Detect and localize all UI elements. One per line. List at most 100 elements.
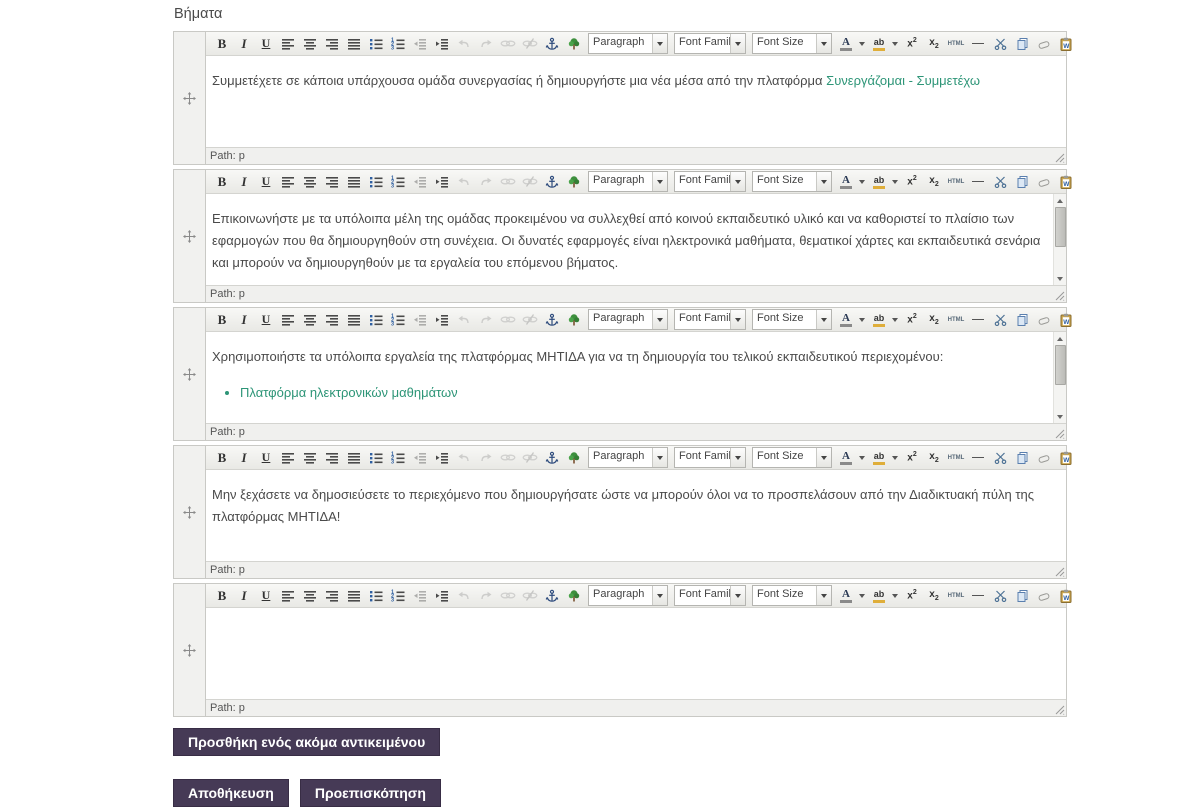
scroll-up-icon[interactable] — [1054, 333, 1066, 344]
underline-icon[interactable]: U — [256, 34, 276, 54]
scroll-up-icon[interactable] — [1054, 195, 1066, 206]
italic-icon[interactable]: I — [234, 310, 254, 330]
drag-handle[interactable] — [174, 170, 206, 302]
underline-icon[interactable]: U — [256, 448, 276, 468]
chevron-down-icon[interactable] — [730, 34, 745, 53]
align-center-icon[interactable] — [300, 172, 320, 192]
chevron-down-icon[interactable] — [890, 586, 899, 606]
save-button[interactable]: Αποθήκευση — [173, 779, 289, 807]
subscript-icon[interactable]: x2 — [924, 310, 944, 330]
align-right-icon[interactable] — [322, 586, 342, 606]
editor-content-body[interactable]: Συμμετέχετε σε κάποια υπάρχουσα ομάδα συ… — [206, 70, 1066, 92]
bullet-list-icon[interactable] — [366, 448, 386, 468]
remove-format-icon[interactable] — [1034, 586, 1054, 606]
align-left-icon[interactable] — [278, 310, 298, 330]
indent-icon[interactable] — [432, 310, 452, 330]
horizontal-rule-icon[interactable] — [968, 34, 988, 54]
align-center-icon[interactable] — [300, 34, 320, 54]
align-left-icon[interactable] — [278, 586, 298, 606]
italic-icon[interactable]: I — [234, 34, 254, 54]
align-right-icon[interactable] — [322, 310, 342, 330]
backcolor-icon[interactable]: ab — [869, 448, 889, 468]
html-icon[interactable]: HTML — [946, 586, 966, 606]
cut-icon[interactable] — [990, 448, 1010, 468]
align-justify-icon[interactable] — [344, 586, 364, 606]
vertical-scrollbar[interactable] — [1053, 194, 1066, 285]
drag-handle[interactable] — [174, 32, 206, 164]
align-left-icon[interactable] — [278, 34, 298, 54]
font-size-select[interactable]: Font Size — [752, 447, 832, 468]
paragraph-select[interactable]: Paragraph — [588, 309, 668, 330]
editor-content-area[interactable] — [206, 608, 1066, 699]
indent-icon[interactable] — [432, 34, 452, 54]
chevron-down-icon[interactable] — [890, 34, 899, 54]
chevron-down-icon[interactable] — [816, 586, 831, 605]
bold-icon[interactable]: B — [212, 586, 232, 606]
indent-icon[interactable] — [432, 172, 452, 192]
remove-format-icon[interactable] — [1034, 310, 1054, 330]
vertical-scrollbar[interactable] — [1053, 332, 1066, 423]
image-icon[interactable] — [564, 448, 584, 468]
font-size-select[interactable]: Font Size — [752, 309, 832, 330]
anchor-icon[interactable] — [542, 310, 562, 330]
copy-icon[interactable] — [1012, 310, 1032, 330]
backcolor-icon[interactable]: ab — [869, 310, 889, 330]
numbered-list-icon[interactable]: 123 — [388, 310, 408, 330]
editor-content-area[interactable]: Χρησιμοποιήστε τα υπόλοιπα εργαλεία της … — [206, 332, 1066, 423]
image-icon[interactable] — [564, 34, 584, 54]
bullet-list-icon[interactable] — [366, 310, 386, 330]
html-icon[interactable]: HTML — [946, 448, 966, 468]
align-center-icon[interactable] — [300, 310, 320, 330]
editor-content-body[interactable]: Χρησιμοποιήστε τα υπόλοιπα εργαλεία της … — [206, 346, 1066, 404]
chevron-down-icon[interactable] — [816, 172, 831, 191]
scroll-down-icon[interactable] — [1054, 411, 1066, 422]
align-justify-icon[interactable] — [344, 448, 364, 468]
bold-icon[interactable]: B — [212, 172, 232, 192]
forecolor-icon[interactable]: A — [836, 448, 856, 468]
html-icon[interactable]: HTML — [946, 310, 966, 330]
image-icon[interactable] — [564, 310, 584, 330]
chevron-down-icon[interactable] — [652, 172, 667, 191]
resize-grip-icon[interactable] — [1054, 704, 1065, 715]
drag-handle[interactable] — [174, 446, 206, 578]
drag-handle[interactable] — [174, 308, 206, 440]
chevron-down-icon[interactable] — [730, 448, 745, 467]
image-icon[interactable] — [564, 172, 584, 192]
paragraph-select[interactable]: Paragraph — [588, 585, 668, 606]
anchor-icon[interactable] — [542, 586, 562, 606]
numbered-list-icon[interactable]: 123 — [388, 448, 408, 468]
html-icon[interactable]: HTML — [946, 34, 966, 54]
cut-icon[interactable] — [990, 34, 1010, 54]
font-family-select[interactable]: Font Family — [674, 447, 746, 468]
font-family-select[interactable]: Font Family — [674, 309, 746, 330]
add-item-button[interactable]: Προσθήκη ενός ακόμα αντικειμένου — [173, 728, 440, 756]
align-center-icon[interactable] — [300, 586, 320, 606]
chevron-down-icon[interactable] — [816, 34, 831, 53]
chevron-down-icon[interactable] — [890, 310, 899, 330]
resize-grip-icon[interactable] — [1054, 290, 1065, 301]
paragraph-select[interactable]: Paragraph — [588, 171, 668, 192]
copy-icon[interactable] — [1012, 586, 1032, 606]
chevron-down-icon[interactable] — [890, 448, 899, 468]
align-right-icon[interactable] — [322, 448, 342, 468]
image-icon[interactable] — [564, 586, 584, 606]
resize-grip-icon[interactable] — [1054, 428, 1065, 439]
subscript-icon[interactable]: x2 — [924, 448, 944, 468]
align-right-icon[interactable] — [322, 34, 342, 54]
italic-icon[interactable]: I — [234, 172, 254, 192]
cut-icon[interactable] — [990, 310, 1010, 330]
chevron-down-icon[interactable] — [652, 34, 667, 53]
copy-icon[interactable] — [1012, 34, 1032, 54]
italic-icon[interactable]: I — [234, 448, 254, 468]
resize-grip-icon[interactable] — [1054, 152, 1065, 163]
chevron-down-icon[interactable] — [857, 172, 866, 192]
horizontal-rule-icon[interactable] — [968, 310, 988, 330]
remove-format-icon[interactable] — [1034, 34, 1054, 54]
anchor-icon[interactable] — [542, 448, 562, 468]
horizontal-rule-icon[interactable] — [968, 586, 988, 606]
backcolor-icon[interactable]: ab — [869, 586, 889, 606]
chevron-down-icon[interactable] — [652, 310, 667, 329]
align-left-icon[interactable] — [278, 172, 298, 192]
paste-word-icon[interactable]: W — [1056, 586, 1076, 606]
editor-content-body[interactable]: Επικοινωνήστε με τα υπόλοιπα μέλη της ομ… — [206, 208, 1066, 274]
